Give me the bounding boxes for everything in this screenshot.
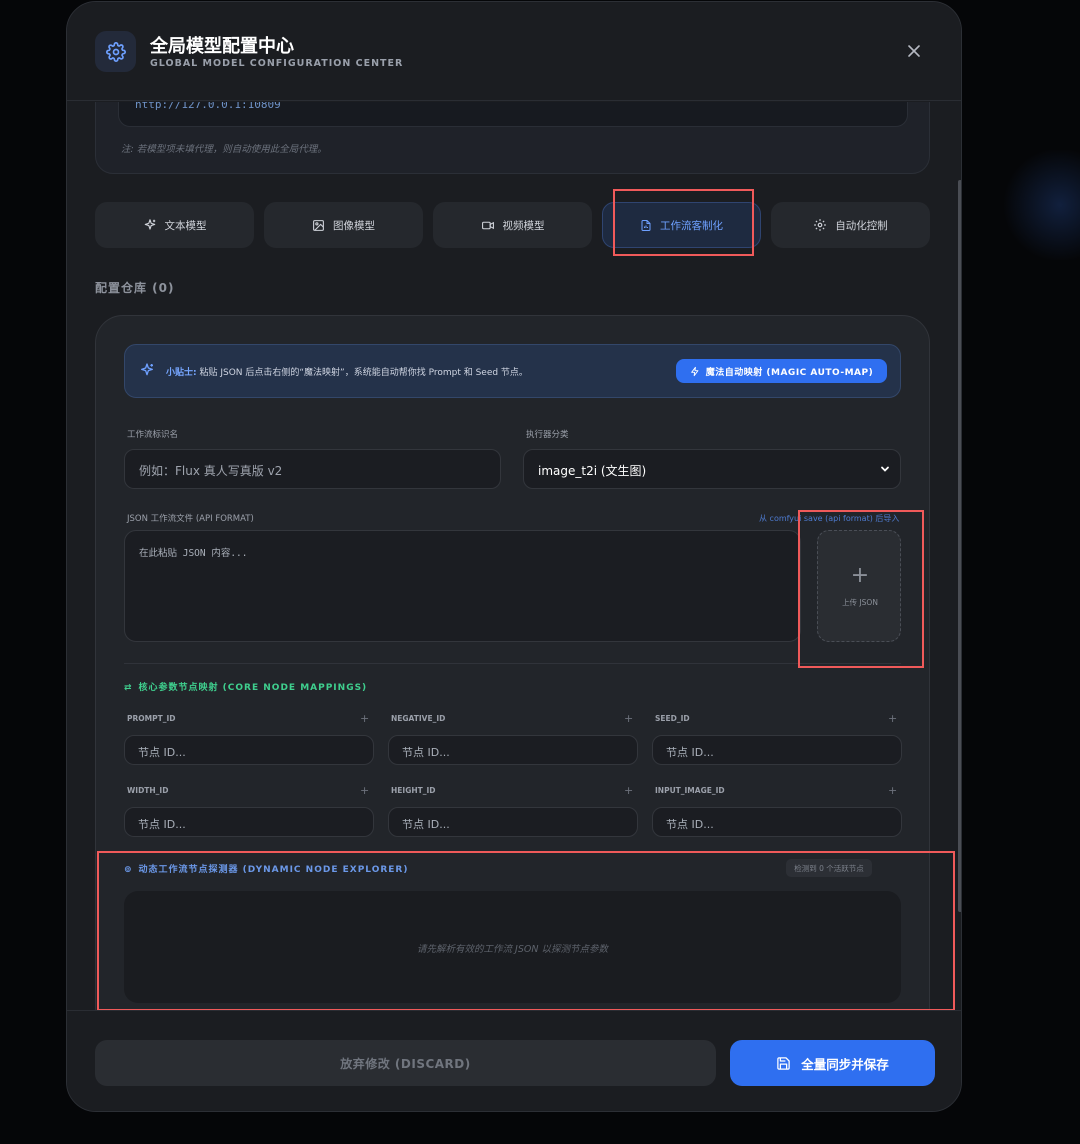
width-id-input[interactable]: 节点 ID... — [124, 807, 374, 837]
proxy-card: http://127.0.0.1:10809 注: 若模型项未填代理，则自动使用… — [95, 102, 930, 174]
add-input-image-node-button[interactable]: + — [888, 784, 897, 797]
discard-button[interactable]: 放弃修改 (DISCARD) — [95, 1040, 716, 1086]
add-negative-node-button[interactable]: + — [624, 712, 633, 725]
close-button[interactable] — [901, 38, 927, 64]
modal-subtitle: GLOBAL MODEL CONFIGURATION CENTER — [150, 58, 404, 69]
json-placeholder: 在此粘贴 JSON 内容... — [139, 548, 248, 559]
tab-label: 视频模型 — [502, 219, 545, 232]
model-tabs: 文本模型 图像模型 视频模型 工作流客制化 自动化控制 — [95, 202, 931, 248]
workflow-name-input[interactable]: 例如：Flux 真人写真版 v2 — [124, 449, 501, 489]
tip-label: 小贴士: — [166, 368, 197, 378]
workflow-name-label: 工作流标识名 — [127, 430, 179, 440]
negative-id-input[interactable]: 节点 ID... — [388, 735, 638, 765]
save-button-label: 全量同步并保存 — [801, 1056, 889, 1072]
image-icon — [313, 219, 324, 231]
executor-type-value: image_t2i (文生图) — [538, 464, 647, 478]
tab-label: 图像模型 — [333, 219, 375, 232]
input-image-id-input[interactable]: 节点 ID... — [652, 807, 902, 837]
mapping-label-height: HEIGHT_ID — [391, 786, 436, 795]
global-proxy-input[interactable]: http://127.0.0.1:10809 — [118, 102, 908, 127]
highlight-box-workflow-tab — [613, 189, 754, 256]
gear-icon — [95, 31, 136, 72]
modal-title: 全局模型配置中心 — [150, 36, 294, 57]
highlight-box-upload — [798, 510, 924, 668]
tab-automation-control[interactable]: 自动化控制 — [771, 202, 930, 248]
close-icon — [908, 45, 920, 57]
highlight-box-explorer — [97, 851, 955, 1010]
height-id-input[interactable]: 节点 ID... — [388, 807, 638, 837]
tab-image-model[interactable]: 图像模型 — [264, 202, 423, 248]
tab-label: 文本模型 — [164, 219, 207, 232]
add-seed-node-button[interactable]: + — [888, 712, 897, 725]
add-width-node-button[interactable]: + — [360, 784, 369, 797]
config-repo-title: 配置仓库 (0) — [95, 281, 175, 295]
prompt-id-input[interactable]: 节点 ID... — [124, 735, 374, 765]
lightning-icon — [690, 366, 699, 376]
save-button[interactable]: 全量同步并保存 — [730, 1040, 935, 1086]
executor-type-select[interactable]: image_t2i (文生图) — [523, 449, 901, 489]
save-icon — [777, 1056, 790, 1070]
gear-icon — [814, 219, 827, 231]
tip-text: 小贴士: 粘贴 JSON 后点击右侧的“魔法映射”，系统能自动帮你找 Promp… — [166, 365, 528, 378]
tab-video-model[interactable]: 视频模型 — [433, 202, 592, 248]
add-prompt-node-button[interactable]: + — [360, 712, 369, 725]
mapping-label-negative: NEGATIVE_ID — [391, 714, 446, 723]
chevron-down-icon — [881, 466, 889, 472]
config-modal: 全局模型配置中心 GLOBAL MODEL CONFIGURATION CENT… — [66, 1, 962, 1112]
tip-banner: 小贴士: 粘贴 JSON 后点击右侧的“魔法映射”，系统能自动帮你找 Promp… — [124, 344, 901, 398]
video-icon — [481, 221, 494, 229]
seed-id-placeholder: 节点 ID... — [666, 746, 714, 759]
modal-header: 全局模型配置中心 GLOBAL MODEL CONFIGURATION CENT… — [67, 2, 961, 101]
proxy-value: http://127.0.0.1:10809 — [135, 102, 281, 111]
scrollbar[interactable] — [958, 180, 961, 912]
modal-footer: 放弃修改 (DISCARD) 全量同步并保存 — [67, 1010, 961, 1111]
executor-type-label: 执行器分类 — [526, 430, 569, 440]
width-id-placeholder: 节点 ID... — [138, 818, 186, 831]
proxy-note: 注: 若模型项未填代理，则自动使用此全局代理。 — [121, 144, 327, 155]
input-image-id-placeholder: 节点 ID... — [666, 818, 714, 831]
mapping-label-width: WIDTH_ID — [127, 786, 169, 795]
tip-body: 粘贴 JSON 后点击右侧的“魔法映射”，系统能自动帮你找 Prompt 和 S… — [196, 368, 528, 378]
json-file-label: JSON 工作流文件 (API FORMAT) — [127, 514, 254, 524]
magic-auto-map-button[interactable]: 魔法自动映射 (MAGIC AUTO-MAP) — [676, 359, 887, 383]
add-height-node-button[interactable]: + — [624, 784, 633, 797]
sparkles-icon — [141, 363, 153, 376]
swap-icon: ⇄ — [124, 683, 133, 693]
section-divider — [124, 663, 901, 664]
tab-label: 自动化控制 — [835, 219, 888, 232]
negative-id-placeholder: 节点 ID... — [402, 746, 450, 759]
prompt-id-placeholder: 节点 ID... — [138, 746, 186, 759]
modal-body[interactable]: http://127.0.0.1:10809 注: 若模型项未填代理，则自动使用… — [67, 102, 961, 1010]
mapping-label-prompt: PROMPT_ID — [127, 714, 176, 723]
core-mappings-title: ⇄ 核心参数节点映射 (CORE NODE MAPPINGS) — [124, 680, 367, 693]
sparkles-icon — [144, 219, 155, 230]
seed-id-input[interactable]: 节点 ID... — [652, 735, 902, 765]
workflow-name-placeholder: 例如：Flux 真人写真版 v2 — [139, 464, 283, 478]
mapping-label-seed: SEED_ID — [655, 714, 690, 723]
tab-text-model[interactable]: 文本模型 — [95, 202, 254, 248]
mapping-label-input-image: INPUT_IMAGE_ID — [655, 786, 725, 795]
background-glow — [1000, 150, 1080, 260]
magic-button-label: 魔法自动映射 (MAGIC AUTO-MAP) — [705, 367, 874, 378]
core-mappings-label: 核心参数节点映射 (CORE NODE MAPPINGS) — [138, 683, 368, 693]
height-id-placeholder: 节点 ID... — [402, 818, 450, 831]
json-textarea[interactable]: 在此粘贴 JSON 内容... — [124, 530, 801, 642]
